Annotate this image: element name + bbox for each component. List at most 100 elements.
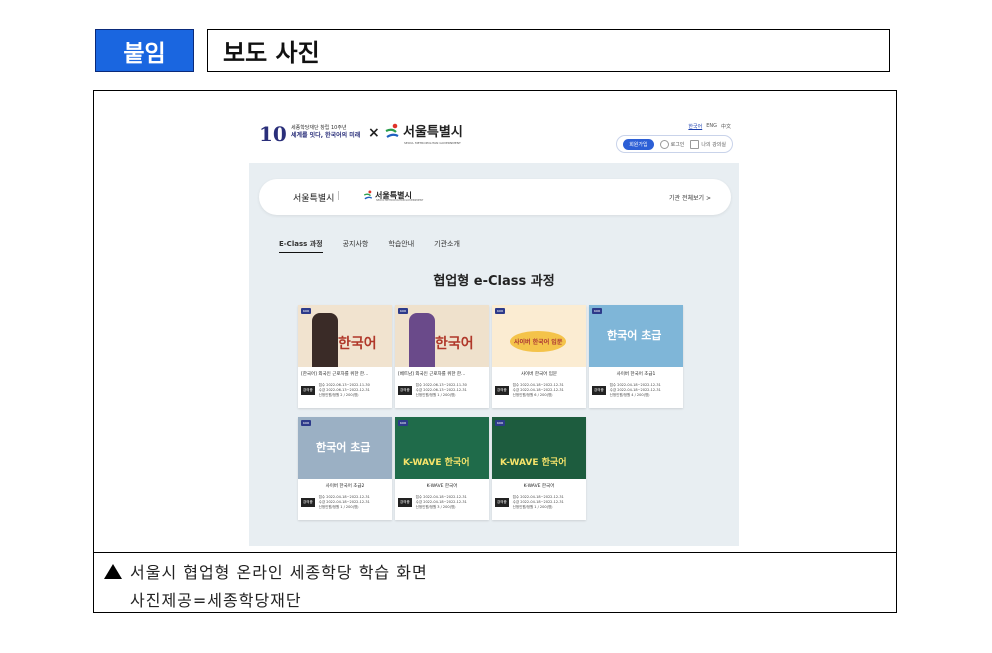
course-title[interactable]: 사이버 한국어 초급1: [589, 367, 683, 379]
caption-divider: [94, 552, 896, 553]
anniversary-number: 10: [259, 122, 287, 146]
seoul-english: SEOUL METROPOLITAN GOVERNMENT: [404, 141, 461, 145]
course-title[interactable]: K-WAVE 한국어: [395, 479, 489, 491]
course-date-line: 신청인원/정원 1 / 200(명): [415, 393, 456, 397]
course-thumbnail: KOR K-WAVE 한국어: [395, 417, 489, 479]
lang-en[interactable]: ENG: [706, 123, 717, 130]
course-title[interactable]: 사이버 한국어 초급2: [298, 479, 392, 491]
login-link[interactable]: 로그인: [659, 139, 684, 149]
course-thumbnail: KOR 한국어 초급: [298, 417, 392, 479]
tab-guide[interactable]: 학습안내: [388, 239, 414, 253]
thumbnail-ribbon: KOR: [495, 308, 506, 314]
status-badge: 강의중: [398, 386, 412, 395]
course-date-line: 신청인원/정원 2 / 200(명): [318, 393, 359, 397]
thumbnail-ribbon: KOR: [301, 420, 312, 426]
brand-line1: 세종학당재단 창립 10주년: [291, 125, 347, 131]
course-thumbnail: KOR 한국어 초급: [589, 305, 683, 367]
course-thumbnail: KOR K-WAVE 한국어: [492, 417, 586, 479]
status-badge: 강의중: [301, 498, 315, 507]
anniversary-logo[interactable]: 10: [259, 123, 289, 145]
course-dates: 접수 2022-04-18~2022-12-31 수강 2022-04-18~20…: [610, 383, 661, 398]
course-dates: 접수 2022-04-18~2022-12-31 수강 2022-04-18~20…: [319, 495, 370, 510]
seoul-symbol-icon: [385, 123, 399, 138]
status-badge: 강의중: [301, 386, 315, 395]
brand-text: 세종학당재단 창립 10주년 세계를 잇다, 한국어의 미래: [291, 125, 360, 140]
course-date-line: 신청인원/정원 1 / 200(명): [512, 505, 553, 509]
attachment-tag: 붙임: [95, 29, 194, 72]
course-meta: 강의중 접수 2022-04-18~2022-12-31 수강 2022-04-18…: [592, 383, 661, 398]
user-menu: 회원가입 로그인 나의 강의실: [616, 135, 733, 153]
course-title[interactable]: 사이버 한국어 입문: [492, 367, 586, 379]
org-separator: |: [337, 191, 341, 201]
tab-notice[interactable]: 공지사항: [343, 239, 369, 253]
brand-line2: 세계를 잇다, 한국어의 미래: [291, 132, 361, 139]
thumbnail-ribbon: KOR: [398, 308, 409, 314]
lang-zh[interactable]: 中文: [721, 123, 731, 130]
lang-ko[interactable]: 한국어: [688, 123, 702, 130]
instructor-photo: [409, 313, 435, 367]
course-title[interactable]: [한국어] 외국인 근로자를 위한 한...: [298, 367, 392, 379]
seoul-name: 서울특별시: [403, 125, 463, 140]
course-date-line: 신청인원/정원 4 / 200(명): [609, 393, 650, 397]
thumbnail-ribbon: KOR: [301, 308, 312, 314]
org-logo: 서울특별시 SEOUL METROPOLITAN GOVERNMENT: [363, 189, 423, 202]
thumbnail-ribbon: KOR: [495, 420, 506, 426]
course-meta: 강의중 접수 2022-06-13~2022-11-30 수강 2022-06-13…: [301, 383, 370, 398]
course-meta: 강의중 접수 2022-04-18~2022-12-31 수강 2022-04-18…: [495, 495, 564, 510]
org-logo-english: SEOUL METROPOLITAN GOVERNMENT: [376, 199, 424, 202]
org-name: 서울특별시: [293, 194, 335, 204]
course-card[interactable]: KOR 사이버 한국어 입문 사이버 한국어 입문 강의중 접수 2022-04-18~…: [492, 305, 586, 408]
course-title[interactable]: [베트남] 외국인 근로자를 위한 한...: [395, 367, 489, 379]
classroom-icon: [690, 139, 700, 149]
status-badge: 강의중: [398, 498, 412, 507]
website-screenshot: 10 세종학당재단 창립 10주년 세계를 잇다, 한국어의 미래 × 서울특별…: [249, 111, 739, 546]
join-button[interactable]: 회원가입: [623, 138, 654, 150]
thumbnail-ribbon: KOR: [592, 308, 603, 314]
org-bar: 서울특별시 | 서울특별시 SEOUL METROPOLITAN GOVERNM…: [259, 179, 731, 215]
status-badge: 강의중: [592, 386, 606, 395]
caption-line1: 서울시 협업형 온라인 세종학당 학습 화면: [104, 559, 428, 583]
course-card[interactable]: KOR 한국어 초급사이버 한국어 초급2 강의중 접수 2022-04-18~202…: [298, 417, 392, 520]
status-badge: 강의중: [495, 386, 509, 395]
myroom-link[interactable]: 나의 강의실: [690, 139, 726, 149]
course-meta: 강의중 접수 2022-04-18~2022-12-31 수강 2022-04-18…: [301, 495, 370, 510]
course-card[interactable]: KOR K-WAVE 한국어 K-WAVE 한국어강의중 접수 2022-04-18~…: [395, 417, 489, 520]
all-orgs-link[interactable]: 기관 전체보기 >: [669, 193, 711, 202]
course-title[interactable]: K-WAVE 한국어: [492, 479, 586, 491]
course-date-line: 신청인원/정원 3 / 200(명): [415, 505, 456, 509]
user-icon: [659, 139, 669, 149]
course-dates: 접수 2022-04-18~2022-12-31 수강 2022-04-18~20…: [513, 383, 564, 398]
course-card[interactable]: KOR 한국어 [한국어] 외국인 근로자를 위한 한... 강의중 접수 2022-0…: [298, 305, 392, 408]
course-card[interactable]: KOR K-WAVE 한국어 K-WAVE 한국어강의중 접수 2022-04-18~…: [492, 417, 586, 520]
seoul-symbol-icon: [363, 190, 373, 200]
course-thumbnail: KOR 한국어: [395, 305, 489, 367]
language-switch: 한국어 ENG 中文: [688, 123, 731, 130]
course-meta: 강의중 접수 2022-06-13~2022-11-30 수강 2022-06-13…: [398, 383, 467, 398]
thumbnail-text: 사이버 한국어 입문: [510, 331, 567, 352]
course-date-line: 신청인원/정원 1 / 200(명): [318, 505, 359, 509]
photo-frame: 10 세종학당재단 창립 10주년 세계를 잇다, 한국어의 미래 × 서울특별…: [93, 90, 897, 613]
course-meta: 강의중 접수 2022-04-18~2022-12-31 수강 2022-04-18…: [495, 383, 564, 398]
section-heading: 협업형 e-Class 과정: [433, 274, 555, 289]
tab-bar: E-Class 과정 공지사항 학습안내 기관소개: [279, 239, 460, 253]
status-badge: 강의중: [495, 498, 509, 507]
site-header: 10 세종학당재단 창립 10주년 세계를 잇다, 한국어의 미래 × 서울특별…: [249, 111, 739, 161]
course-dates: 접수 2022-06-13~2022-11-30 수강 2022-06-13~20…: [319, 383, 370, 398]
instructor-photo: [312, 313, 338, 367]
course-thumbnail: KOR 한국어: [298, 305, 392, 367]
thumbnail-text: 한국어: [435, 336, 474, 352]
tab-eclass[interactable]: E-Class 과정: [279, 239, 323, 253]
tab-about[interactable]: 기관소개: [434, 239, 460, 253]
seoul-logo[interactable]: 서울특별시 SEOUL METROPOLITAN GOVERNMENT: [384, 121, 463, 145]
thumbnail-ribbon: KOR: [398, 420, 409, 426]
course-card[interactable]: KOR 한국어 [베트남] 외국인 근로자를 위한 한... 강의중 접수 2022-0…: [395, 305, 489, 408]
doc-title: 보도 사진: [207, 29, 890, 72]
myroom-label: 나의 강의실: [701, 141, 726, 148]
course-dates: 접수 2022-04-18~2022-12-31 수강 2022-04-18~20…: [416, 495, 467, 510]
collab-times: ×: [368, 125, 380, 141]
thumbnail-text: 한국어 초급: [607, 329, 662, 342]
thumbnail-text: K-WAVE 한국어: [403, 458, 470, 468]
course-dates: 접수 2022-06-13~2022-11-30 수강 2022-06-13~20…: [416, 383, 467, 398]
course-card[interactable]: KOR 한국어 초급사이버 한국어 초급1 강의중 접수 2022-04-18~202…: [589, 305, 683, 408]
thumbnail-text: 한국어 초급: [316, 441, 371, 454]
